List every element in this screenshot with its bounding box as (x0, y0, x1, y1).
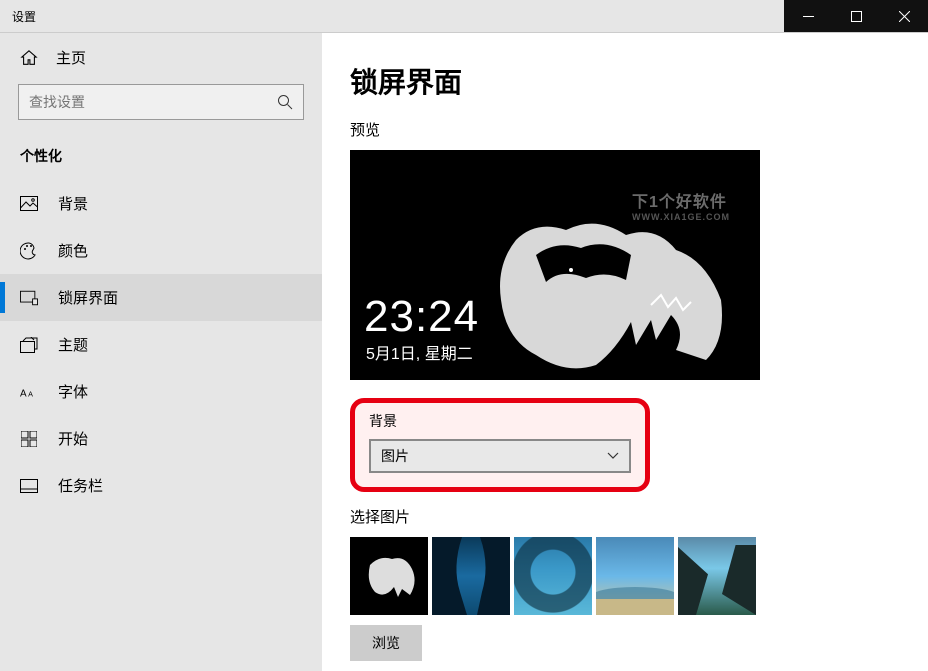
page-title: 锁屏界面 (350, 61, 890, 101)
picture-icon (20, 196, 38, 211)
lockscreen-preview: 下1个好软件 WWW.XIA1GE.COM 23:24 5月1日, 星期二 (350, 150, 760, 380)
preview-time: 23:24 (364, 292, 479, 342)
watermark-line1: 下1个好软件 (632, 188, 730, 212)
chevron-down-icon (607, 452, 619, 460)
wolf-graphic (476, 210, 736, 380)
thumbnail-4[interactable] (596, 537, 674, 615)
sidebar-item-background[interactable]: 背景 (0, 180, 322, 227)
sidebar-item-lockscreen[interactable]: 锁屏界面 (0, 274, 322, 321)
window-controls (784, 0, 928, 32)
sidebar-item-start[interactable]: 开始 (0, 415, 322, 462)
sidebar-item-themes[interactable]: 主题 (0, 321, 322, 368)
window-title: 设置 (0, 8, 36, 25)
sidebar-item-label: 开始 (58, 428, 88, 449)
choose-picture-label: 选择图片 (350, 506, 890, 527)
preview-date: 5月1日, 星期二 (366, 340, 473, 364)
sidebar-item-fonts[interactable]: AA 字体 (0, 368, 322, 415)
titlebar: 设置 (0, 0, 928, 33)
start-icon (20, 431, 38, 447)
sidebar-item-label: 主题 (58, 334, 88, 355)
background-setting-highlight: 背景 图片 (350, 398, 650, 492)
home-icon (20, 49, 38, 67)
home-link[interactable]: 主页 (0, 33, 322, 78)
taskbar-icon (20, 479, 38, 493)
palette-icon (20, 242, 38, 260)
search-input[interactable] (18, 84, 304, 120)
thumbnail-1[interactable] (350, 537, 428, 615)
sidebar-item-taskbar[interactable]: 任务栏 (0, 462, 322, 509)
sidebar-item-label: 字体 (58, 381, 88, 402)
themes-icon (20, 337, 38, 353)
home-label: 主页 (56, 47, 86, 68)
sidebar-item-label: 锁屏界面 (58, 287, 118, 308)
sidebar-item-colors[interactable]: 颜色 (0, 227, 322, 274)
sidebar-item-label: 背景 (58, 193, 88, 214)
sidebar: 主页 个性化 背景 颜色 锁屏界面 (0, 33, 322, 671)
maximize-button[interactable] (832, 0, 880, 32)
minimize-button[interactable] (784, 0, 832, 32)
dropdown-value: 图片 (381, 446, 409, 466)
sidebar-item-label: 任务栏 (58, 475, 103, 496)
search-icon (277, 94, 293, 110)
thumbnail-5[interactable] (678, 537, 756, 615)
svg-text:A: A (28, 389, 33, 398)
sidebar-item-label: 颜色 (58, 240, 88, 261)
preview-label: 预览 (350, 119, 890, 140)
search-field[interactable] (29, 94, 277, 110)
close-button[interactable] (880, 0, 928, 32)
background-label: 背景 (369, 411, 631, 431)
background-dropdown[interactable]: 图片 (369, 439, 631, 473)
fonts-icon: AA (20, 385, 38, 399)
thumbnail-2[interactable] (432, 537, 510, 615)
picture-thumbnails (350, 537, 890, 615)
main-content: 锁屏界面 预览 下1个好软件 WWW.XIA1GE.COM 23:24 5月1日… (322, 33, 928, 671)
thumbnail-3[interactable] (514, 537, 592, 615)
lockscreen-icon (20, 290, 38, 306)
category-title: 个性化 (0, 138, 322, 180)
svg-text:A: A (20, 388, 27, 399)
browse-button[interactable]: 浏览 (350, 625, 422, 661)
